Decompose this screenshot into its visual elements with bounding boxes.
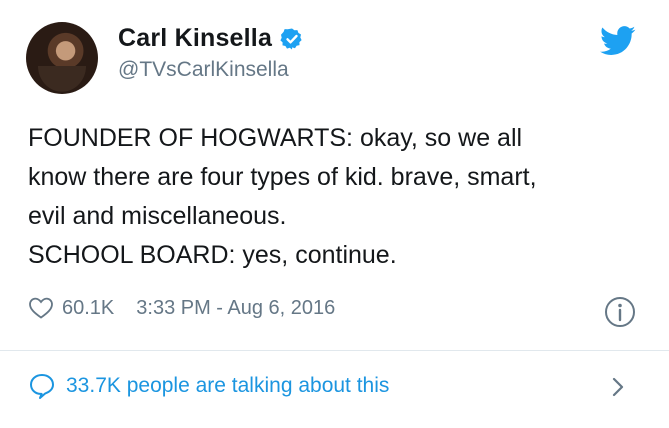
display-name[interactable]: Carl Kinsella xyxy=(118,24,272,53)
tweet-line: evil and miscellaneous. xyxy=(28,202,287,230)
author-name-row: Carl Kinsella xyxy=(118,24,304,53)
twitter-bird-icon[interactable] xyxy=(600,26,636,56)
chevron-right-icon[interactable] xyxy=(610,376,626,398)
tweet-timestamp[interactable]: 3:33 PM - Aug 6, 2016 xyxy=(136,297,335,320)
verified-badge-icon xyxy=(280,28,302,49)
speech-bubble-icon xyxy=(30,374,54,399)
tweet-line: FOUNDER OF HOGWARTS: okay, so we all xyxy=(28,124,523,152)
info-icon[interactable] xyxy=(604,296,636,328)
tweet-meta: 60.1K 3:33 PM - Aug 6, 2016 xyxy=(28,296,335,320)
conversation-link[interactable]: 33.7K people are talking about this xyxy=(28,372,389,400)
tweet-line: SCHOOL BOARD: yes, continue. xyxy=(28,241,397,269)
heart-icon[interactable] xyxy=(28,296,54,320)
avatar[interactable] xyxy=(26,22,98,94)
user-handle[interactable]: @TVsCarlKinsella xyxy=(118,58,289,82)
divider xyxy=(0,350,669,351)
talking-text: 33.7K people are talking about this xyxy=(66,374,390,397)
tweet-card: Carl Kinsella @TVsCarlKinsella FOUNDER O… xyxy=(0,0,669,428)
tweet-text: FOUNDER OF HOGWARTS: okay, so we all kno… xyxy=(28,119,648,275)
tweet-line: know there are four types of kid. brave,… xyxy=(28,163,537,191)
like-count[interactable]: 60.1K xyxy=(62,297,114,320)
